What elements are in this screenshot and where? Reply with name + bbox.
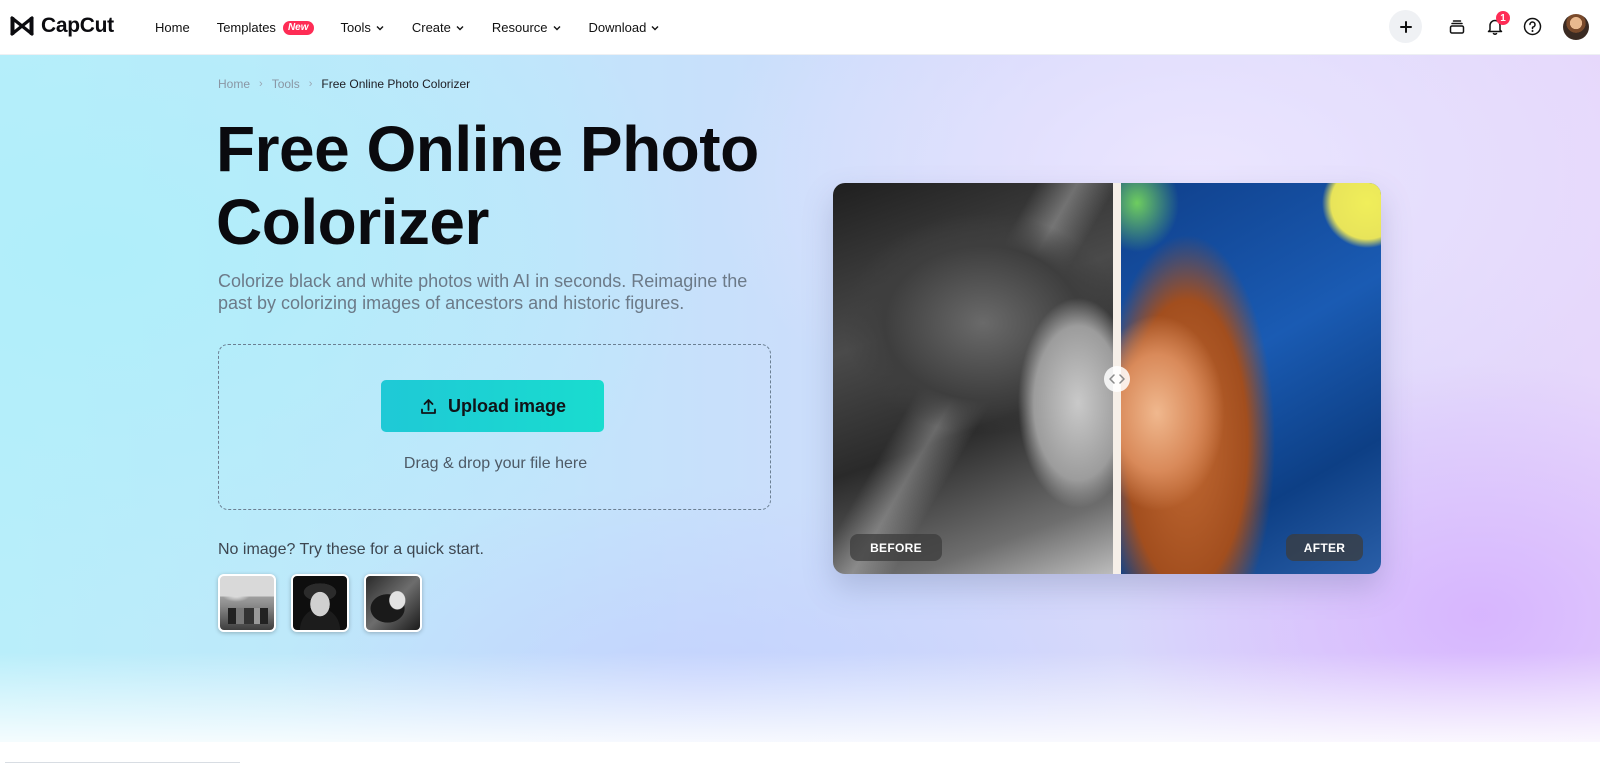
nav-tools[interactable]: Tools xyxy=(341,20,385,35)
help-button[interactable] xyxy=(1521,15,1543,37)
nav-create[interactable]: Create xyxy=(412,20,465,35)
bottom-divider xyxy=(5,762,240,766)
before-label: BEFORE xyxy=(850,534,942,561)
plus-icon xyxy=(1399,20,1412,33)
hero-section: Home › Tools › Free Online Photo Coloriz… xyxy=(0,55,1600,742)
before-image xyxy=(833,183,1117,574)
main-menu: Home Templates New Tools Create Resource… xyxy=(155,0,687,55)
hero-fade xyxy=(0,652,1600,742)
capcut-logo[interactable]: CapCut xyxy=(9,13,114,39)
projects-button[interactable] xyxy=(1446,16,1468,38)
page-title: Free Online Photo Colorizer xyxy=(216,113,816,259)
sample-image-portrait[interactable] xyxy=(291,574,349,632)
chevron-down-icon xyxy=(651,25,659,30)
chevron-down-icon xyxy=(456,25,464,30)
chevron-down-icon xyxy=(553,25,561,30)
help-icon xyxy=(1523,17,1541,35)
after-label: AFTER xyxy=(1286,534,1363,561)
avatar[interactable] xyxy=(1563,14,1589,40)
upload-image-button[interactable]: Upload image xyxy=(381,380,604,432)
create-new-button[interactable] xyxy=(1389,10,1422,43)
page-title-line2: Colorizer xyxy=(216,186,489,258)
after-image xyxy=(1117,183,1381,574)
drag-arrows-icon xyxy=(1109,374,1125,384)
breadcrumb-tools[interactable]: Tools xyxy=(272,77,300,91)
before-after-comparison: BEFORE AFTER xyxy=(833,183,1381,574)
breadcrumb-separator-icon: › xyxy=(259,78,263,90)
breadcrumb-home[interactable]: Home xyxy=(218,77,250,91)
nav-tools-label: Tools xyxy=(340,20,371,35)
nav-home-label: Home xyxy=(155,20,190,35)
chevron-down-icon xyxy=(376,25,384,30)
upload-dropzone[interactable]: Upload image Drag & drop your file here xyxy=(218,344,771,510)
page-subtitle: Colorize black and white photos with AI … xyxy=(218,271,748,313)
nav-download-label: Download xyxy=(588,20,647,35)
nav-templates-label: Templates xyxy=(216,20,276,35)
breadcrumb: Home › Tools › Free Online Photo Coloriz… xyxy=(218,77,470,91)
comparison-slider-handle[interactable] xyxy=(1104,366,1130,392)
notifications-button[interactable]: 1 xyxy=(1484,11,1510,37)
top-nav: CapCut Home Templates New Tools Create R… xyxy=(0,0,1600,55)
page-bottom-strip xyxy=(0,742,1600,766)
layers-icon xyxy=(1449,20,1465,34)
capcut-logo-icon xyxy=(10,16,34,36)
sample-image-couple[interactable] xyxy=(364,574,422,632)
nav-templates[interactable]: Templates New xyxy=(217,20,314,35)
upload-icon xyxy=(421,398,436,414)
brand-name: CapCut xyxy=(41,14,114,37)
nav-download[interactable]: Download xyxy=(589,20,661,35)
notification-count-badge: 1 xyxy=(1496,11,1510,25)
sample-images xyxy=(218,574,422,632)
nav-home[interactable]: Home xyxy=(155,20,190,35)
nav-resource-label: Resource xyxy=(491,20,548,35)
nav-resource[interactable]: Resource xyxy=(492,20,562,35)
quickstart-text: No image? Try these for a quick start. xyxy=(218,541,484,558)
breadcrumb-current: Free Online Photo Colorizer xyxy=(321,77,471,91)
sample-image-street[interactable] xyxy=(218,574,276,632)
breadcrumb-separator-icon: › xyxy=(308,78,313,90)
new-badge: New xyxy=(282,20,314,35)
drag-drop-hint: Drag & drop your file here xyxy=(403,455,588,472)
nav-create-label: Create xyxy=(411,20,451,35)
upload-image-label: Upload image xyxy=(447,395,567,416)
page-title-line1: Free Online Photo xyxy=(216,113,759,185)
